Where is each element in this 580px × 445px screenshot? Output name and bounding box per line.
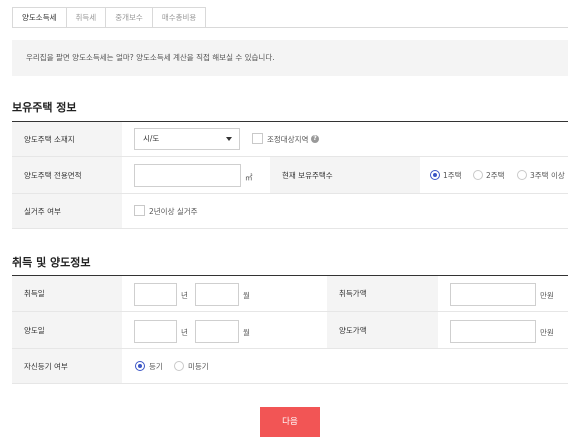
tab-capital-gains-tax[interactable]: 양도소득세 — [12, 7, 67, 28]
row-residence: 실거주 여부 2년이상 실거주 — [12, 194, 568, 229]
house-count-label: 현재 보유주택수 — [270, 157, 420, 193]
transfer-month-input[interactable] — [195, 320, 239, 343]
row-registry: 자신등기 여부 등기 미등기 — [12, 349, 568, 384]
acquire-price-label: 취득가액 — [327, 276, 438, 311]
registry-radio-registered[interactable] — [135, 361, 145, 371]
transfer-price-label: 양도가액 — [327, 312, 438, 348]
area-label: 양도주택 전용면적 — [12, 157, 122, 193]
transfer-month-unit: 월 — [243, 328, 250, 337]
tab-acquisition-tax[interactable]: 취득세 — [66, 7, 107, 28]
transfer-date-label: 양도일 — [12, 312, 122, 348]
residence-checkbox-label: 2년이상 실거주 — [149, 207, 198, 216]
acquire-price-input[interactable] — [450, 283, 536, 306]
tabs-divider — [12, 27, 568, 28]
chevron-down-icon — [226, 137, 232, 141]
registry-label: 자신등기 여부 — [12, 349, 122, 383]
transfer-price-unit: 만원 — [540, 328, 554, 337]
residence-checkbox[interactable] — [134, 205, 145, 216]
tab-total-purchase-cost[interactable]: 매수총비용 — [152, 7, 207, 28]
transfer-price-input[interactable] — [450, 320, 536, 343]
acquire-date-label: 취득일 — [12, 276, 122, 311]
transfer-year-unit: 년 — [181, 328, 188, 337]
row-area: 양도주택 전용면적 ㎡ 현재 보유주택수 1주택 2주택 3주택 이상 — [12, 157, 568, 194]
acquire-year-unit: 년 — [181, 291, 188, 300]
acquire-month-unit: 월 — [243, 291, 250, 300]
regulated-area-checkbox[interactable] — [252, 133, 263, 144]
acquire-price-unit: 만원 — [540, 291, 554, 300]
area-unit: ㎡ — [245, 173, 253, 182]
house-count-option-2: 2주택 — [486, 171, 505, 180]
row-location: 양도주택 소재지 시/도 조정대상지역 ? — [12, 122, 568, 157]
acquire-month-input[interactable] — [195, 283, 239, 306]
acquire-year-input[interactable] — [134, 283, 177, 306]
house-count-option-3: 3주택 이상 — [530, 171, 565, 180]
row-transfer: 양도일 년 월 양도가액 만원 — [12, 312, 568, 349]
house-count-radio-2[interactable] — [473, 170, 483, 180]
residence-label: 실거주 여부 — [12, 194, 122, 228]
area-input[interactable] — [134, 164, 241, 187]
section-title-acquisition-info: 취득 및 양도정보 — [12, 256, 91, 269]
help-icon[interactable]: ? — [311, 135, 319, 143]
registry-option-registered: 등기 — [149, 362, 163, 371]
row-acquisition: 취득일 년 월 취득가액 만원 — [12, 276, 568, 312]
next-button[interactable]: 다음 — [260, 407, 320, 437]
regulated-area-label: 조정대상지역 — [267, 135, 309, 144]
location-label: 양도주택 소재지 — [12, 122, 122, 156]
notice-banner: 우리집을 팔면 양도소득세는 얼마? 양도소득세 계산을 직접 해보실 수 있습… — [12, 40, 568, 76]
tab-brokerage-fee[interactable]: 중개보수 — [106, 7, 153, 28]
region-select-value: 시/도 — [143, 134, 160, 143]
registry-radio-unregistered[interactable] — [174, 361, 184, 371]
transfer-year-input[interactable] — [134, 320, 177, 343]
house-count-radio-1[interactable] — [430, 170, 440, 180]
house-count-radio-3[interactable] — [517, 170, 527, 180]
region-select[interactable]: 시/도 — [134, 128, 240, 150]
house-count-option-1: 1주택 — [443, 171, 462, 180]
registry-option-unregistered: 미등기 — [188, 362, 209, 371]
calculator-tabs: 양도소득세 취득세 중개보수 매수총비용 — [12, 7, 207, 28]
section-title-housing-info: 보유주택 정보 — [12, 101, 77, 114]
